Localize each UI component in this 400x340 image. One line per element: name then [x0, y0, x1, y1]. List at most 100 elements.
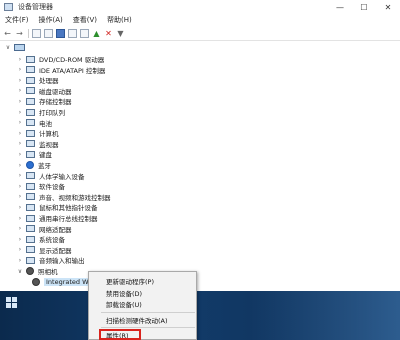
tree-category-label: 软件设备 — [39, 183, 65, 192]
system-device-icon — [26, 235, 35, 243]
monitor-icon[interactable] — [80, 29, 89, 38]
help-icon[interactable] — [56, 29, 65, 38]
tree-category[interactable]: › IDE ATA/ATAPI 控制器 — [16, 65, 105, 75]
tree-category[interactable]: › DVD/CD-ROM 驱动器 — [16, 54, 104, 64]
tree-category-label: 网络适配器 — [39, 225, 72, 234]
chevron-right-icon[interactable]: › — [16, 87, 24, 94]
close-button[interactable]: ✕ — [376, 0, 400, 14]
menu-action[interactable]: 操作(A) — [34, 15, 68, 25]
device-view-icon[interactable] — [32, 29, 41, 38]
chevron-right-icon[interactable]: › — [16, 151, 24, 158]
forward-arrow-icon[interactable]: → — [15, 29, 24, 38]
tree-category-label: 系统设备 — [39, 236, 65, 245]
maximize-button[interactable]: ☐ — [352, 0, 376, 14]
tree-category[interactable]: › 显示适配器 — [16, 245, 72, 255]
tree-category[interactable]: › 打印队列 — [16, 107, 65, 117]
tree-category[interactable]: › 通用串行总线控制器 — [16, 213, 98, 223]
dvd-drive-icon — [26, 55, 35, 63]
context-menu: 更新驱动程序(P) 禁用设备(D) 卸载设备(U) 扫描检测硬件改动(A) 属性… — [88, 271, 197, 340]
properties-highlight-box — [99, 329, 141, 340]
properties-icon[interactable] — [44, 29, 53, 38]
tree-category[interactable]: ∨ 照相机 — [16, 266, 58, 276]
menu-bar: 文件(F) 操作(A) 查看(V) 帮助(H) — [0, 14, 400, 26]
menu-help[interactable]: 帮助(H) — [102, 15, 137, 25]
audio-io-icon — [26, 256, 35, 264]
tree-category-label: 照相机 — [38, 268, 58, 276]
chevron-right-icon[interactable]: › — [16, 246, 24, 253]
chevron-right-icon[interactable]: › — [16, 130, 24, 137]
tree-category[interactable]: › 声音、视频和游戏控制器 — [16, 192, 111, 202]
tree-category[interactable]: › 软件设备 — [16, 181, 65, 191]
chevron-right-icon[interactable]: › — [16, 236, 24, 243]
chevron-right-icon[interactable]: › — [16, 193, 24, 200]
tree-category-label: 声音、视频和游戏控制器 — [39, 193, 111, 202]
tree-category-label: 处理器 — [39, 77, 59, 86]
uninstall-icon[interactable]: ✕ — [104, 29, 113, 38]
menu-item-uninstall-device[interactable]: 卸载设备(U) — [89, 299, 196, 309]
print-queue-icon — [26, 108, 35, 116]
menu-divider — [101, 312, 195, 313]
menu-divider — [101, 327, 195, 328]
tree-category[interactable]: › 处理器 — [16, 75, 59, 85]
chevron-right-icon[interactable]: › — [16, 66, 24, 73]
update-driver-icon[interactable]: ▲ — [92, 29, 101, 38]
tree-category[interactable]: › 蓝牙 — [16, 160, 51, 170]
menu-item-disable-device[interactable]: 禁用设备(D) — [89, 288, 196, 298]
ide-controller-icon — [26, 66, 35, 74]
chevron-right-icon[interactable]: › — [16, 140, 24, 147]
chevron-right-icon[interactable]: › — [16, 162, 24, 169]
chevron-right-icon[interactable]: › — [16, 109, 24, 116]
back-arrow-icon[interactable]: ← — [3, 29, 12, 38]
tree-category[interactable]: › 存储控制器 — [16, 96, 72, 106]
chevron-right-icon[interactable]: › — [16, 98, 24, 105]
tree-category[interactable]: › 监视器 — [16, 139, 59, 149]
minimize-button[interactable]: — — [328, 0, 352, 14]
chevron-right-icon[interactable]: › — [16, 56, 24, 63]
device-manager-icon — [4, 3, 13, 11]
tree-category[interactable]: › 磁盘驱动器 — [16, 86, 72, 96]
tree-category[interactable]: › 人体学输入设备 — [16, 171, 85, 181]
disk-drive-icon — [26, 87, 35, 95]
chevron-right-icon[interactable]: › — [16, 119, 24, 126]
tree-category-label: 人体学输入设备 — [39, 172, 85, 181]
tree-category-label: 音频输入和输出 — [39, 257, 85, 266]
windows-logo-icon[interactable] — [6, 297, 18, 309]
window-title: 设备管理器 — [18, 3, 53, 11]
menu-item-update-driver[interactable]: 更新驱动程序(P) — [89, 276, 196, 286]
taskbar-glow — [250, 291, 400, 340]
chevron-right-icon[interactable]: › — [16, 204, 24, 211]
tree-category[interactable]: › 系统设备 — [16, 234, 65, 244]
chevron-right-icon[interactable]: › — [16, 257, 24, 264]
monitor-icon — [26, 140, 35, 148]
tree-category[interactable]: › 鼠标和其他指针设备 — [16, 202, 98, 212]
chevron-right-icon[interactable]: › — [16, 225, 24, 232]
display-adapter-icon — [26, 246, 35, 254]
disable-icon[interactable]: ▼ — [116, 29, 125, 38]
chevron-right-icon[interactable]: › — [16, 215, 24, 222]
tree-category[interactable]: › 键盘 — [16, 149, 52, 159]
tree-category-label: 键盘 — [39, 151, 52, 160]
keyboard-icon — [26, 150, 35, 158]
mouse-icon — [26, 203, 35, 211]
tree-category[interactable]: › 电池 — [16, 118, 52, 128]
usb-icon — [26, 214, 35, 222]
menu-view[interactable]: 查看(V) — [68, 15, 102, 25]
scan-icon[interactable] — [68, 29, 77, 38]
chevron-right-icon[interactable]: › — [16, 77, 24, 84]
chevron-down-icon[interactable]: ∨ — [4, 44, 12, 51]
battery-icon — [26, 119, 35, 127]
tree-category[interactable]: › 计算机 — [16, 128, 59, 138]
tree-category[interactable]: › 音频输入和输出 — [16, 255, 85, 265]
chevron-right-icon[interactable]: › — [16, 183, 24, 190]
processor-icon — [26, 76, 35, 84]
tree-category-label: IDE ATA/ATAPI 控制器 — [39, 66, 106, 75]
chevron-right-icon[interactable]: › — [16, 172, 24, 179]
tree-category-label: 蓝牙 — [38, 162, 51, 170]
menu-item-scan-hardware[interactable]: 扫描检测硬件改动(A) — [89, 315, 196, 325]
tree-category[interactable]: › 网络适配器 — [16, 224, 72, 234]
tree-root[interactable]: ∨ — [4, 42, 29, 52]
tree-category-label: 存储控制器 — [39, 98, 72, 107]
menu-file[interactable]: 文件(F) — [0, 15, 34, 25]
title-bar: 设备管理器 — ☐ ✕ — [0, 0, 400, 14]
chevron-down-icon[interactable]: ∨ — [16, 268, 24, 275]
